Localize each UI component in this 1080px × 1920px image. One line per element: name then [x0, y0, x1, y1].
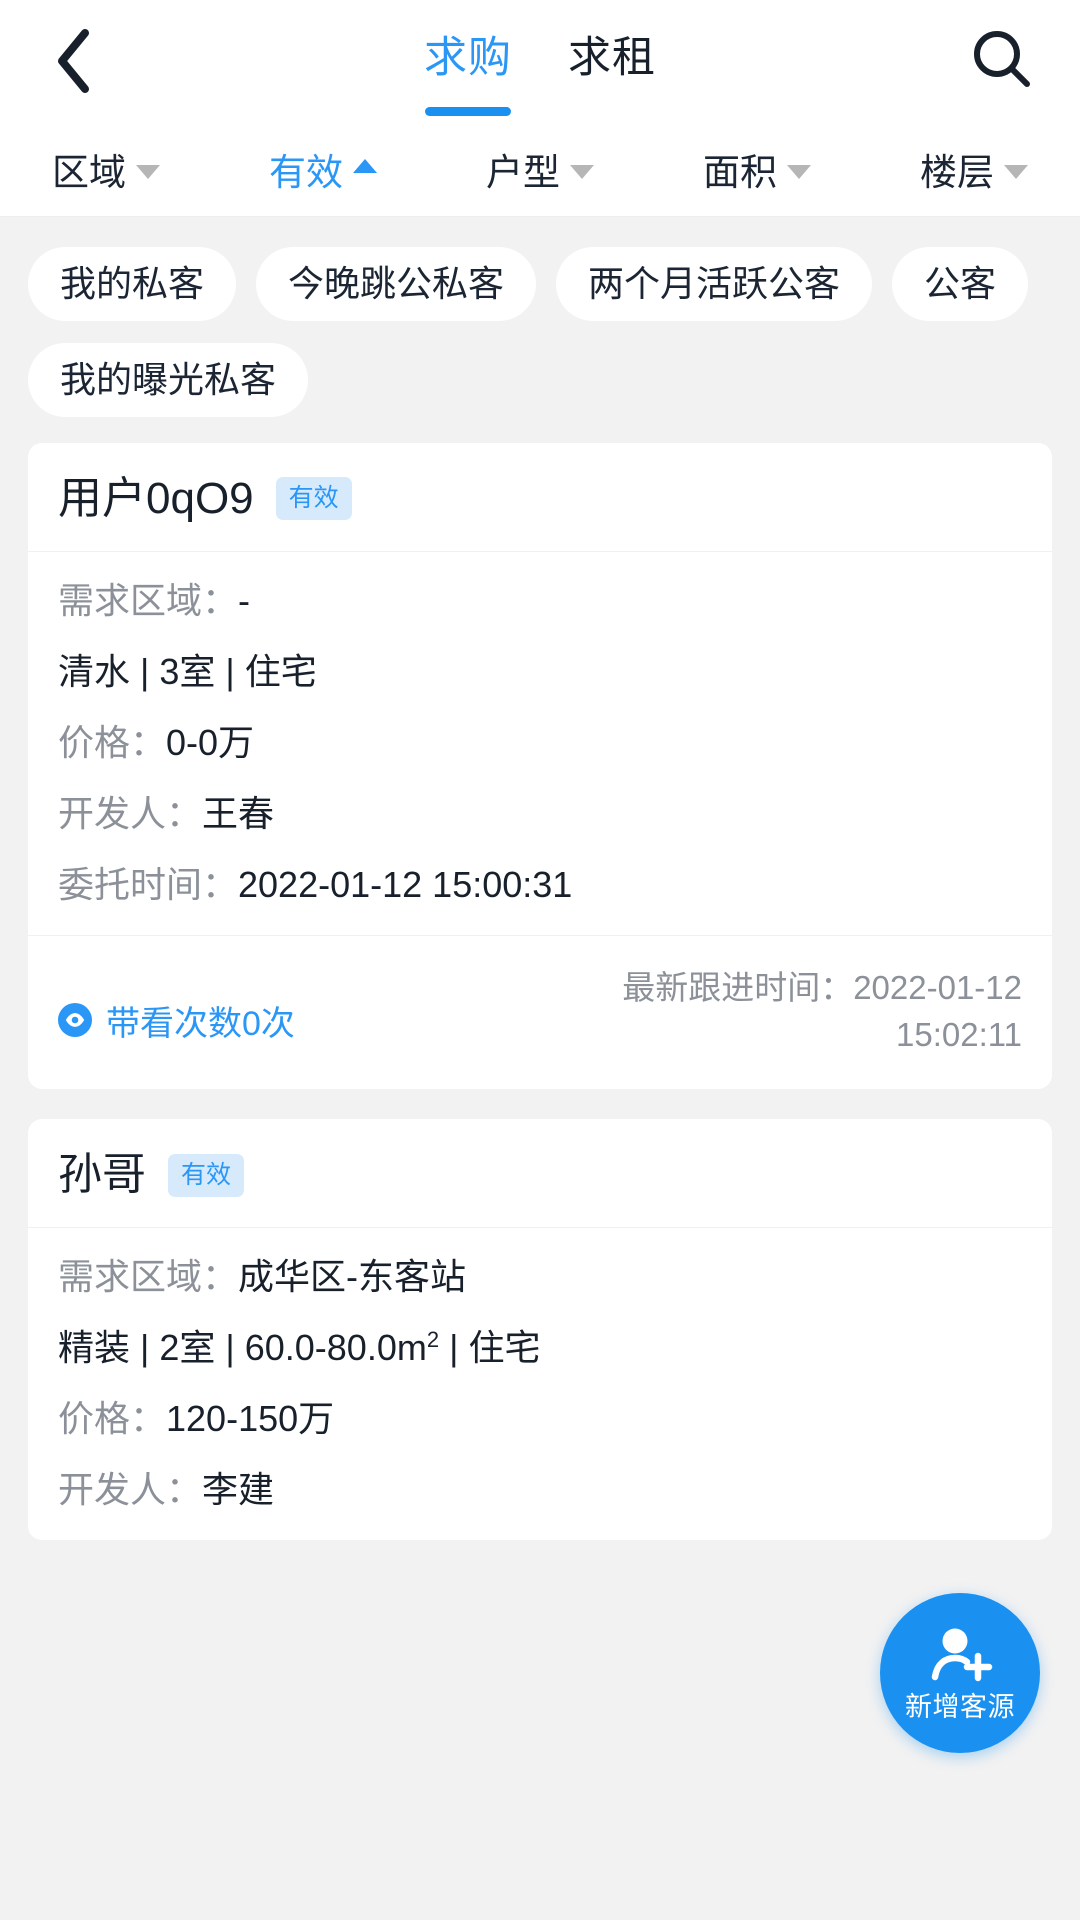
property-spec-row: 清水 | 3室 | 住宅 — [58, 650, 317, 692]
filter-louceng-label: 楼层 — [920, 152, 994, 193]
developer-label: 开发人： — [58, 1469, 203, 1511]
developer-value: 李建 — [202, 1469, 275, 1511]
tab-qiugou[interactable]: 求购 — [424, 33, 512, 116]
top-navbar: 求购 求租 — [0, 0, 1080, 122]
demand-area-value: - — [238, 579, 251, 621]
filter-huxing-label: 户型 — [486, 152, 560, 193]
client-card[interactable]: 用户0qO9 有效 需求区域：- 清水 | 3室 | 住宅 价格：0-0万 开发… — [28, 442, 1052, 1090]
eye-icon — [58, 1003, 92, 1038]
chevron-down-icon — [787, 165, 811, 179]
add-client-fab[interactable]: 新增客源 — [880, 1593, 1040, 1753]
latest-followup-value: 2022-01-12 15:02:11 — [853, 968, 1022, 1054]
entrust-time-row: 委托时间：2022-01-12 15:00:31 — [58, 862, 1022, 907]
developer-row: 开发人：王春 — [58, 791, 1022, 836]
client-name: 孙哥 — [58, 1150, 146, 1200]
filter-youxiao[interactable]: 有效 — [269, 142, 377, 196]
client-card-body: 需求区域：成华区-东客站 精装 | 2室 | 60.0-80.0m2 | 住宅 … — [28, 1228, 1052, 1540]
chip-tonight-public-private[interactable]: 今晚跳公私客 — [256, 247, 537, 321]
chevron-down-icon — [1004, 165, 1028, 179]
filter-mianji[interactable]: 面积 — [703, 142, 811, 196]
latest-followup-label: 最新跟进时间： — [622, 968, 854, 1006]
filter-quyu[interactable]: 区域 — [52, 142, 160, 196]
chevron-down-icon — [136, 165, 160, 179]
chip-public-clients[interactable]: 公客 — [892, 247, 1029, 321]
status-badge: 有效 — [168, 1153, 245, 1197]
chip-my-exposed-private[interactable]: 我的曝光私客 — [28, 342, 309, 417]
entrust-time-label: 委托时间： — [58, 863, 239, 905]
add-user-icon — [923, 1625, 997, 1692]
filter-louceng[interactable]: 楼层 — [920, 142, 1028, 196]
latest-followup-time: 最新跟进时间：2022-01-12 15:02:11 — [502, 964, 1022, 1060]
price-value: 0-0万 — [166, 721, 255, 763]
demand-area-label: 需求区域： — [58, 579, 239, 621]
price-row: 价格：120-150万 — [58, 1396, 1022, 1441]
filter-mianji-label: 面积 — [703, 152, 777, 193]
chevron-up-icon — [353, 159, 377, 173]
back-button[interactable] — [38, 26, 108, 96]
client-card-header: 孙哥 有效 — [28, 1119, 1052, 1229]
add-client-fab-label: 新增客源 — [905, 1692, 1015, 1722]
client-card-footer: 带看次数0次 最新跟进时间：2022-01-12 15:02:11 — [28, 934, 1052, 1090]
tab-qiuzu-label: 求租 — [568, 33, 656, 82]
client-card-body: 需求区域：- 清水 | 3室 | 住宅 价格：0-0万 开发人：王春 委托时间：… — [28, 552, 1052, 935]
filter-youxiao-label: 有效 — [269, 152, 343, 193]
developer-row: 开发人：李建 — [58, 1467, 1022, 1512]
view-count-label: 带看次数0次 — [106, 1004, 295, 1043]
filter-bar: 区域 有效 户型 面积 楼层 — [0, 122, 1080, 217]
price-label: 价格： — [58, 1398, 167, 1440]
chevron-down-icon — [570, 165, 594, 179]
client-name: 用户0qO9 — [58, 473, 254, 523]
tab-qiugou-label: 求购 — [424, 33, 512, 82]
client-card-list: 用户0qO9 有效 需求区域：- 清水 | 3室 | 住宅 价格：0-0万 开发… — [0, 442, 1080, 1541]
demand-area-row: 需求区域：成华区-东客站 — [58, 1254, 1022, 1299]
search-icon — [970, 27, 1034, 96]
property-spec-suffix: | 住宅 — [439, 1327, 541, 1369]
nav-tab-group: 求购 求租 — [424, 0, 656, 122]
property-spec-prefix: 精装 | 2室 | 60.0-80.0m — [58, 1327, 427, 1369]
quick-filter-chips: 我的私客 今晚跳公私客 两个月活跃公客 公客 我的曝光私客 — [0, 217, 1080, 443]
status-badge: 有效 — [275, 477, 352, 521]
price-label: 价格： — [58, 721, 167, 763]
client-card-header: 用户0qO9 有效 — [28, 443, 1052, 552]
filter-quyu-label: 区域 — [52, 152, 126, 193]
developer-label: 开发人： — [58, 792, 203, 834]
entrust-time-value: 2022-01-12 15:00:31 — [238, 863, 573, 905]
tab-active-underline — [425, 106, 511, 116]
tab-qiuzu[interactable]: 求租 — [568, 33, 656, 86]
client-card[interactable]: 孙哥 有效 需求区域：成华区-东客站 精装 | 2室 | 60.0-80.0m2… — [28, 1119, 1052, 1541]
property-spec-row: 精装 | 2室 | 60.0-80.0m2 | 住宅 — [58, 1325, 1022, 1370]
chip-two-month-active-public[interactable]: 两个月活跃公客 — [556, 247, 873, 321]
developer-value: 王春 — [202, 792, 275, 834]
demand-area-value: 成华区-东客站 — [238, 1256, 467, 1298]
square-meter-superscript: 2 — [426, 1327, 440, 1353]
search-button[interactable] — [964, 23, 1040, 99]
demand-area-label: 需求区域： — [58, 1256, 239, 1298]
filter-huxing[interactable]: 户型 — [486, 142, 594, 196]
chip-my-private-clients[interactable]: 我的私客 — [28, 247, 237, 321]
price-value: 120-150万 — [166, 1398, 335, 1440]
demand-area-row: 需求区域：- — [58, 578, 1022, 623]
price-row: 价格：0-0万 — [58, 720, 1022, 765]
chevron-left-icon — [53, 28, 93, 94]
view-count[interactable]: 带看次数0次 — [58, 964, 295, 1045]
